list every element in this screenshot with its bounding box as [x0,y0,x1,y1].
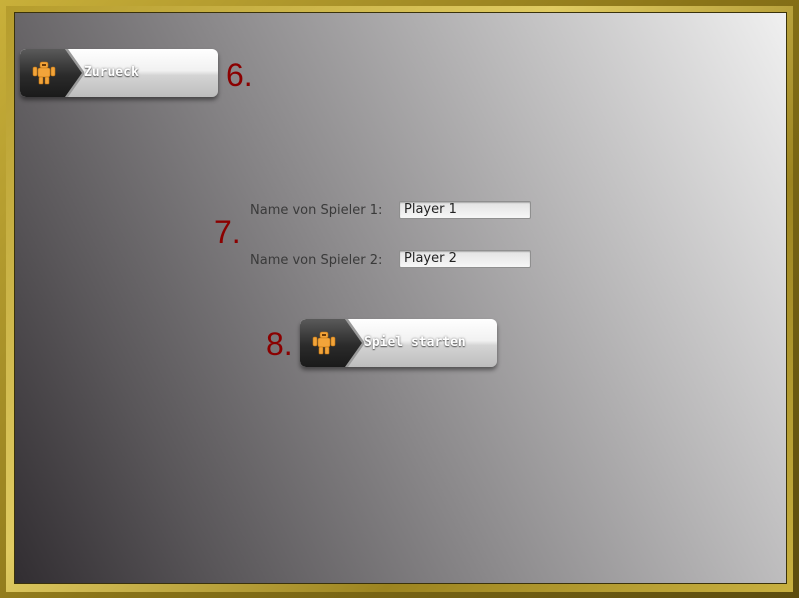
player2-name-input[interactable] [399,250,531,268]
player2-label: Name von Spieler 2: [250,253,383,268]
start-button-label: Spiel starten [364,335,466,350]
back-button-body: Zurueck [20,49,218,97]
robot-icon [32,61,56,85]
step-marker-back: 6. [226,57,253,93]
step-marker-names: 7. [214,214,241,250]
back-button[interactable]: Zurueck [20,49,218,101]
step-marker-start: 8. [266,326,293,362]
player1-name-input[interactable] [399,201,531,219]
player1-label: Name von Spieler 1: [250,203,383,218]
robot-icon [312,331,336,355]
start-game-button[interactable]: Spiel starten [300,319,497,371]
back-button-label: Zurueck [84,65,139,80]
start-button-body: Spiel starten [300,319,497,367]
